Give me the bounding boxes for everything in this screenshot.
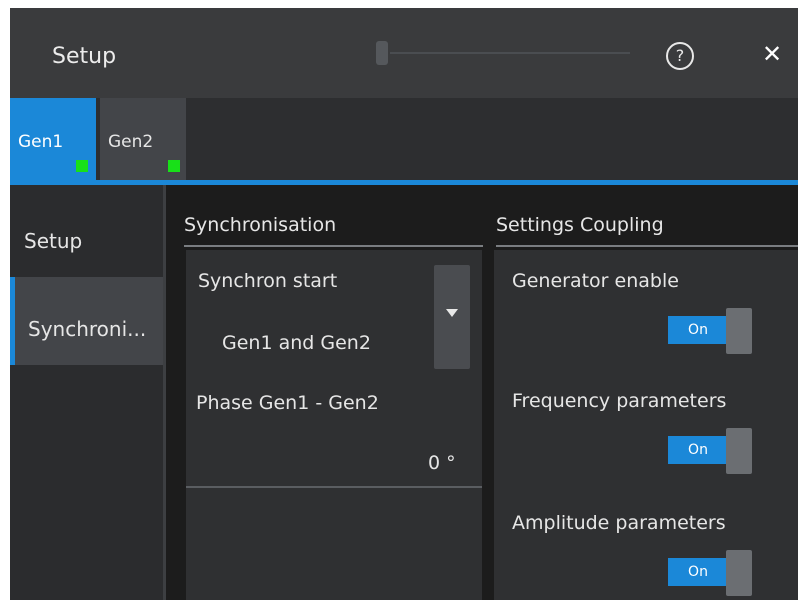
toggle-knob — [726, 550, 752, 596]
toggle-state: On — [668, 436, 728, 464]
synchron-start-dropdown-button[interactable] — [434, 265, 470, 369]
generator-enable-label: Generator enable — [512, 270, 679, 292]
toggle-knob — [726, 428, 752, 474]
drag-handle[interactable] — [376, 41, 388, 65]
sidebar-item-label: Synchroni... — [28, 317, 147, 341]
generator-enable-toggle[interactable]: On — [668, 308, 752, 354]
amplitude-parameters-label: Amplitude parameters — [512, 512, 726, 534]
status-indicator — [76, 160, 88, 172]
close-icon[interactable]: ✕ — [762, 42, 782, 66]
sidebar-item-label: Setup — [24, 229, 83, 253]
chevron-down-icon — [446, 309, 458, 317]
help-button[interactable]: ? — [666, 42, 694, 70]
phase-input[interactable]: 0 ° — [428, 452, 456, 474]
sidebar: Setup Synchroni... — [10, 185, 166, 600]
toggle-knob — [726, 308, 752, 354]
frequency-parameters-toggle[interactable]: On — [668, 428, 752, 474]
synchron-start-label: Synchron start — [198, 270, 338, 292]
dialog-title: Setup — [52, 44, 117, 69]
frequency-parameters-label: Frequency parameters — [512, 390, 727, 412]
section-rule — [496, 245, 798, 247]
toggle-state: On — [668, 558, 728, 586]
amplitude-parameters-toggle[interactable]: On — [668, 550, 752, 596]
selection-bar — [10, 277, 15, 365]
coupling-panel — [494, 250, 798, 600]
section-rule — [184, 245, 483, 247]
tab-label: Gen1 — [18, 132, 64, 152]
drag-track — [390, 52, 630, 54]
generator-tabs: Gen1 Gen2 — [10, 98, 798, 182]
synchron-start-select[interactable]: Gen1 and Gen2 — [222, 332, 371, 354]
sidebar-item-synchronisation[interactable]: Synchroni... — [10, 277, 166, 365]
title-bar[interactable]: Setup ? ✕ — [10, 8, 798, 98]
tab-gen1[interactable]: Gen1 — [10, 98, 96, 182]
page-margin — [0, 600, 798, 606]
status-indicator — [168, 160, 180, 172]
toggle-state: On — [668, 316, 728, 344]
phase-label: Phase Gen1 - Gen2 — [196, 392, 379, 414]
section-heading-coupling: Settings Coupling — [496, 214, 664, 236]
tab-label: Gen2 — [108, 132, 154, 152]
sidebar-item-setup[interactable]: Setup — [10, 185, 166, 273]
field-underline — [186, 486, 482, 488]
page-margin — [0, 0, 798, 8]
page-margin — [0, 0, 10, 606]
section-heading-synchronisation: Synchronisation — [184, 214, 337, 236]
